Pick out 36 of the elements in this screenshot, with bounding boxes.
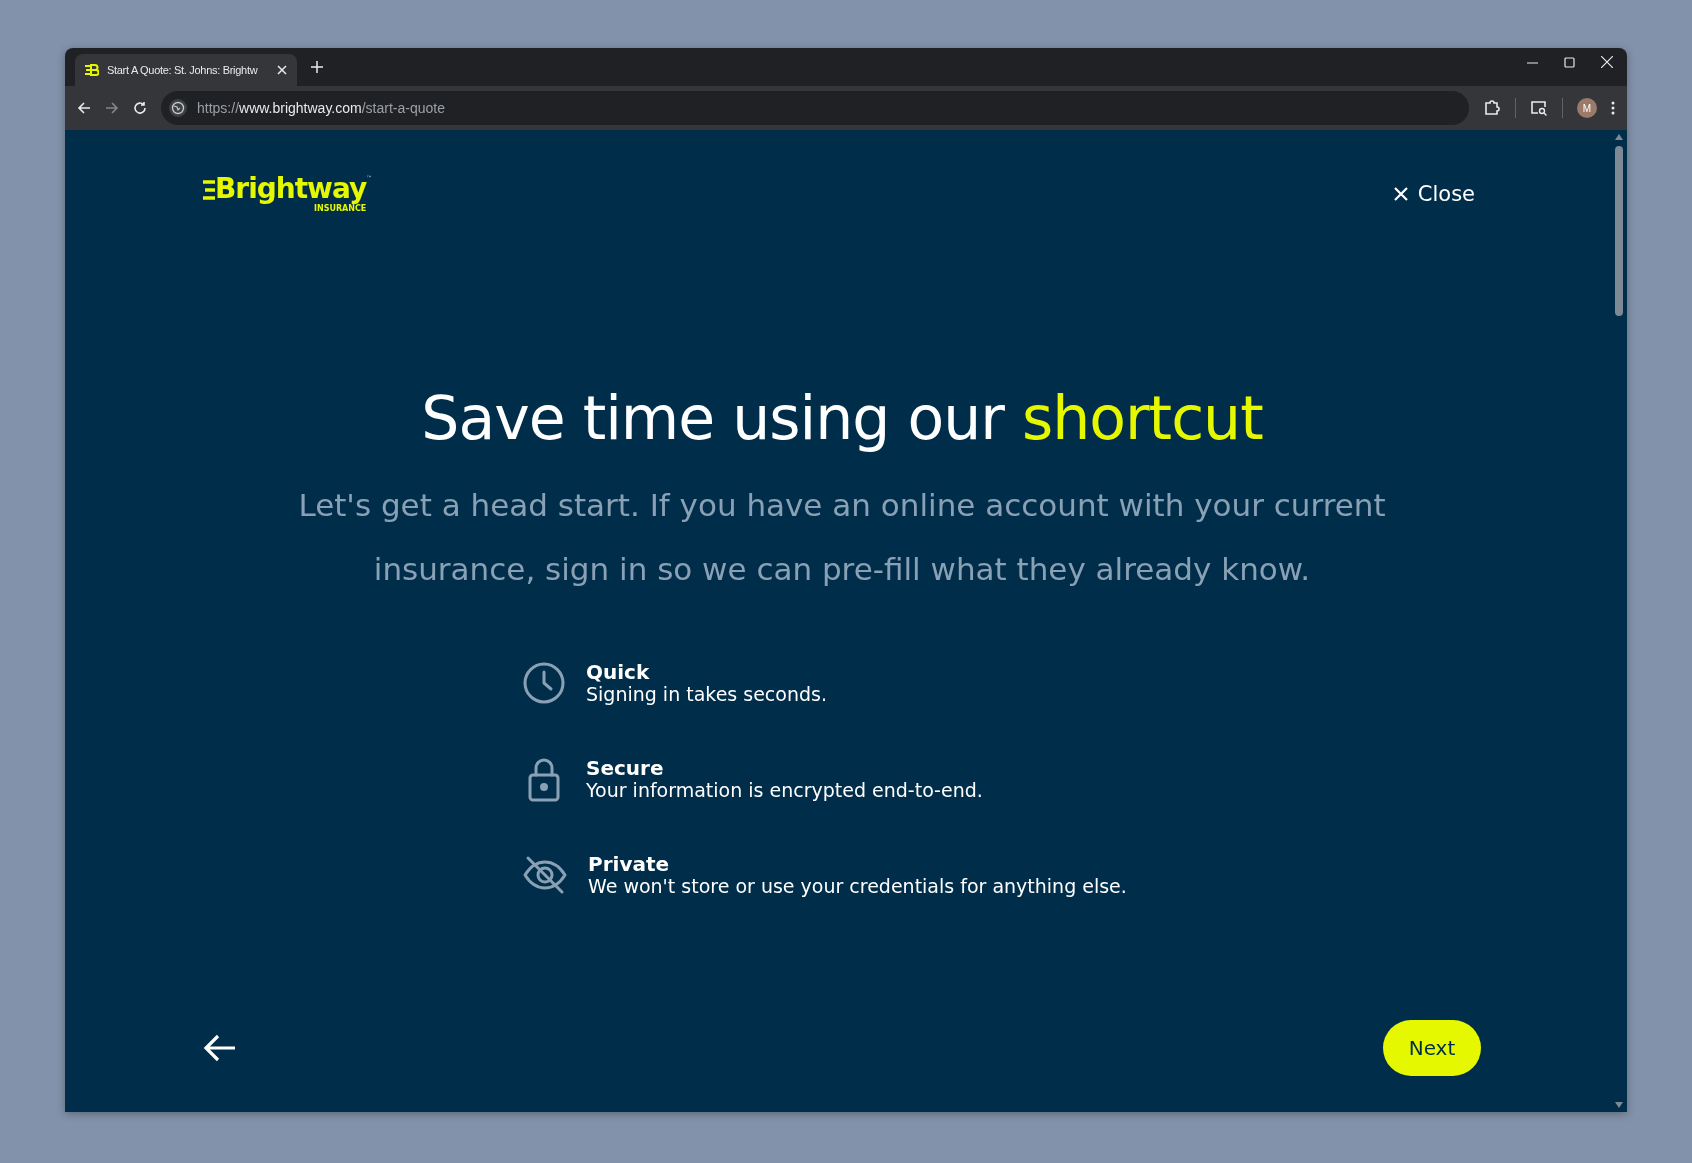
next-button[interactable]: Next: [1383, 1020, 1481, 1076]
feature-title: Secure: [586, 757, 665, 779]
feature-text: We won't store or use your credentials for anything else.: [588, 875, 1127, 897]
url-text: https://www.brightway.com/start-a-quote: [197, 100, 445, 116]
scrollbar-thumb[interactable]: [1615, 146, 1623, 316]
scroll-up-icon[interactable]: [1615, 134, 1623, 140]
tab-title: Start A Quote: St. Johns: Brightw: [107, 64, 259, 76]
logo-stripes-icon: [203, 179, 215, 201]
close-icon: [1393, 186, 1408, 201]
scroll-down-icon[interactable]: [1615, 1102, 1623, 1108]
close-window-icon[interactable]: [1601, 56, 1613, 68]
feature-title: Quick: [586, 661, 651, 683]
feature-text: Signing in takes seconds.: [586, 683, 827, 705]
back-arrow-icon[interactable]: [203, 1033, 237, 1063]
page-heading: Save time using our shortcut: [421, 383, 1263, 453]
new-tab-icon[interactable]: [311, 61, 323, 73]
logo-name: Brightway: [215, 174, 367, 204]
search-tab-icon[interactable]: [1530, 100, 1548, 116]
close-tab-icon[interactable]: [277, 65, 287, 75]
eye-off-icon: [522, 855, 568, 895]
close-button[interactable]: Close: [1387, 180, 1481, 207]
address-bar[interactable]: https://www.brightway.com/start-a-quote: [161, 91, 1469, 125]
maximize-icon[interactable]: [1564, 56, 1575, 68]
feature-title: Private: [588, 853, 671, 875]
subtitle-text: Let's get a head start. If you have an online account with your current insurance, sign in so we can pre-fill what they already know.: [297, 486, 1387, 589]
back-icon[interactable]: [77, 101, 91, 115]
profile-avatar[interactable]: M: [1577, 98, 1597, 118]
menu-icon[interactable]: [1611, 101, 1615, 115]
clock-icon: [522, 661, 566, 705]
logo-icon: [85, 64, 99, 76]
feature-text: Your information is encrypted end-to-end.: [586, 779, 983, 801]
extensions-icon[interactable]: [1483, 99, 1501, 117]
reload-icon[interactable]: [133, 101, 147, 115]
forward-icon[interactable]: [105, 101, 119, 115]
browser-tab[interactable]: Start A Quote: St. Johns: Brightw: [75, 54, 297, 86]
logo-tagline: INSURANCE: [313, 204, 367, 213]
